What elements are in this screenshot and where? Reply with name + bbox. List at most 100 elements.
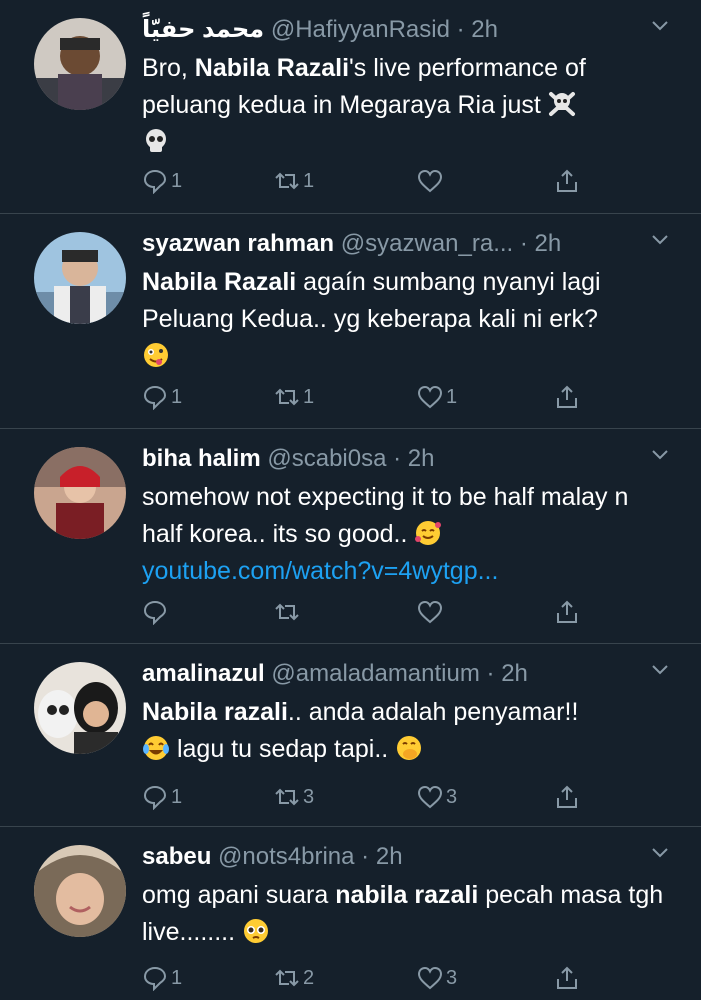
share-button[interactable] — [554, 166, 580, 196]
reply-button[interactable]: 1 — [142, 963, 182, 993]
tweet-actions: 1 3 3 — [142, 782, 592, 812]
chevron-down-icon[interactable] — [649, 443, 671, 465]
display-name[interactable]: syazwan rahman — [142, 230, 334, 257]
text-line: lagu tu sedap tapi.. — [176, 735, 389, 763]
share-icon — [557, 385, 577, 408]
retweet-count: 2 — [303, 966, 315, 989]
heart-icon — [417, 966, 443, 990]
reply-button[interactable] — [142, 597, 171, 627]
share-button[interactable] — [554, 382, 580, 412]
text-segment: somehow not expecting it to be half mala… — [142, 483, 629, 548]
tweet-item[interactable]: biha halim @scabi0sa · 2h somehow not ex… — [0, 429, 701, 644]
tweet-actions — [142, 597, 592, 627]
separator: · — [456, 16, 465, 43]
retweet-count: 1 — [303, 169, 315, 192]
mention-text: Nabila razali — [142, 698, 288, 726]
tweet-feed: محمد حفيّاً @HafiyyanRasid · 2h Bro, Nab… — [0, 0, 701, 1000]
username[interactable]: @amaladamantium — [271, 660, 479, 687]
timestamp[interactable]: 2h — [408, 445, 435, 472]
reply-icon — [143, 966, 167, 991]
display-name[interactable]: amalinazul — [142, 660, 265, 687]
separator: · — [486, 660, 495, 687]
retweet-button[interactable]: 1 — [274, 166, 314, 196]
username[interactable]: @HafiyyanRasid — [271, 16, 450, 43]
reply-count: 1 — [171, 785, 183, 808]
tweet-header: amalinazul @amaladamantium · 2h — [142, 658, 661, 690]
like-button[interactable]: 1 — [417, 382, 457, 412]
reply-icon — [143, 169, 167, 194]
separator: · — [393, 445, 402, 472]
avatar[interactable] — [34, 845, 126, 937]
tweet-header: syazwan rahman @syazwan_ra... · 2h — [142, 228, 661, 260]
mention-text: nabila razali — [335, 881, 479, 909]
avatar[interactable] — [34, 662, 126, 754]
text-segment: .. anda adalah penyamar!! — [287, 698, 579, 726]
tweet-item[interactable]: محمد حفيّاً @HafiyyanRasid · 2h Bro, Nab… — [0, 0, 701, 214]
skull-crossbones-emoji — [548, 92, 575, 116]
text-segment: omg apani suara — [142, 881, 336, 909]
chevron-down-icon[interactable] — [649, 658, 671, 680]
hand-over-mouth-emoji — [397, 736, 422, 760]
avatar[interactable] — [34, 18, 126, 110]
reply-count: 1 — [171, 966, 183, 989]
avatar[interactable] — [34, 447, 126, 539]
like-button[interactable] — [417, 597, 446, 627]
username[interactable]: @nots4brina — [218, 843, 354, 870]
heart-icon — [417, 385, 443, 409]
retweet-icon — [275, 788, 299, 806]
chevron-down-icon[interactable] — [649, 228, 671, 250]
avatar[interactable] — [34, 232, 126, 324]
pleading-face-emoji — [244, 919, 269, 943]
like-button[interactable]: 3 — [417, 963, 457, 993]
reply-icon — [143, 385, 167, 410]
retweet-button[interactable]: 1 — [274, 382, 314, 412]
like-button[interactable]: 3 — [417, 782, 457, 812]
retweet-button[interactable]: 2 — [274, 963, 314, 993]
timestamp[interactable]: 2h — [376, 843, 403, 870]
chevron-down-icon[interactable] — [649, 14, 671, 36]
retweet-icon — [275, 969, 299, 987]
tweet-text: Bro, Nabila Razali's live performance of… — [142, 50, 671, 161]
tweet-header: biha halim @scabi0sa · 2h — [142, 443, 661, 475]
retweet-button[interactable] — [274, 597, 303, 627]
share-icon — [557, 785, 577, 808]
retweet-icon — [275, 388, 299, 406]
reply-button[interactable]: 1 — [142, 166, 182, 196]
text-segment: Bro, — [142, 54, 195, 82]
reply-icon — [143, 785, 167, 810]
separator: · — [519, 230, 528, 257]
youtube-link[interactable]: youtube.com/watch?v=4wytgp... — [142, 557, 498, 585]
reply-icon — [143, 600, 167, 625]
display-name[interactable]: sabeu — [142, 843, 211, 870]
timestamp[interactable]: 2h — [471, 16, 498, 43]
retweet-button[interactable]: 3 — [274, 782, 314, 812]
tears-of-joy-emoji — [143, 736, 169, 760]
timestamp[interactable]: 2h — [535, 230, 562, 257]
retweet-icon — [275, 603, 299, 621]
reply-count: 1 — [171, 169, 183, 192]
tweet-item[interactable]: syazwan rahman @syazwan_ra... · 2h Nabil… — [0, 214, 701, 429]
share-icon — [557, 600, 577, 623]
timestamp[interactable]: 2h — [501, 660, 528, 687]
username[interactable]: @scabi0sa — [267, 445, 386, 472]
tweet-item[interactable]: amalinazul @amaladamantium · 2h Nabila r… — [0, 644, 701, 827]
reply-button[interactable]: 1 — [142, 782, 182, 812]
share-button[interactable] — [554, 963, 580, 993]
retweet-count: 3 — [303, 785, 315, 808]
display-name[interactable]: biha halim — [142, 445, 261, 472]
reply-button[interactable]: 1 — [142, 382, 182, 412]
smiling-face-with-hearts-emoji — [415, 521, 442, 545]
chevron-down-icon[interactable] — [649, 841, 671, 863]
display-name[interactable]: محمد حفيّاً — [142, 16, 264, 43]
share-button[interactable] — [554, 782, 580, 812]
tweet-actions: 1 2 3 — [142, 963, 592, 993]
share-button[interactable] — [554, 597, 580, 627]
tweet-text: Nabila razali.. anda adalah penyamar!! l… — [142, 694, 671, 768]
like-count: 3 — [446, 966, 458, 989]
like-count: 1 — [446, 385, 458, 408]
tweet-item[interactable]: sabeu @nots4brina · 2h omg apani suara n… — [0, 827, 701, 1000]
tweet-header: sabeu @nots4brina · 2h — [142, 841, 661, 873]
username[interactable]: @syazwan_ra... — [341, 230, 513, 257]
share-icon — [557, 966, 577, 989]
like-button[interactable] — [417, 166, 446, 196]
